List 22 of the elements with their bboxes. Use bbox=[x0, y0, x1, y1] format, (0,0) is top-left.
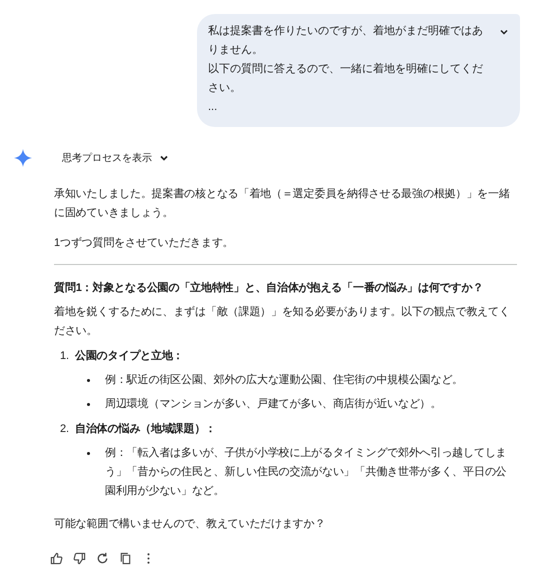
bullet-dot bbox=[87, 452, 90, 455]
list-number: 1. bbox=[60, 349, 70, 364]
list-number: 2. bbox=[60, 422, 70, 437]
message-text: 以下の質問に答えるので、一緒に着地を明確にしてください。 bbox=[208, 62, 484, 96]
message-text: ... bbox=[208, 100, 218, 115]
thumbs-up-icon[interactable] bbox=[48, 550, 64, 566]
bullet-dot bbox=[87, 403, 90, 406]
response-paragraph: 着地を鋭くするために、まずは「敵（課題）」を知る必要があります。以下の観点で教えてください。 bbox=[54, 304, 511, 339]
message-text: 私は提案書を作りたいのですが、着地がまだ明確ではありません。 bbox=[208, 24, 484, 58]
response-paragraph: 可能な範囲で構いませんので、教えていただけますか？ bbox=[54, 517, 326, 532]
list-item-title: 公園のタイプと立地： bbox=[75, 348, 185, 364]
bullet-text: 周辺環境（マンションが多い、戸建てが多い、商店街が近いなど）。 bbox=[105, 396, 442, 412]
thumbs-down-icon[interactable] bbox=[71, 550, 87, 566]
bullet-dot bbox=[87, 379, 90, 382]
bullet-text: 例：駅近の街区公園、郊外の広大な運動公園、住宅街の中規模公園など。 bbox=[105, 372, 464, 388]
show-thinking-button[interactable]: 思考プロセスを表示 bbox=[62, 149, 152, 167]
sparkle-icon bbox=[14, 149, 32, 167]
response-paragraph: 1つずつ質問をさせていただきます。 bbox=[54, 236, 235, 251]
bullet-text: 例：「転入者は多いが、子供が小学校に上がるタイミングで郊外へ引っ越してしまう」「昔からの住民と、新しい住民の交流がない」「共働き世帯が多く、平日の公園利用が少ない」など。 bbox=[105, 446, 508, 499]
list-item-title: 自治体の悩み（地域課題）： bbox=[75, 422, 218, 437]
response-paragraph: 承知いたしました。提案書の核となる「着地（＝選定委員を納得させる最強の根拠）」を一緒に固めていきましょう。 bbox=[54, 186, 511, 221]
question-heading: 質問1：対象となる公園の「立地特性」と、自治体が抱える「一番の悩み」は何ですか？ bbox=[54, 280, 484, 296]
